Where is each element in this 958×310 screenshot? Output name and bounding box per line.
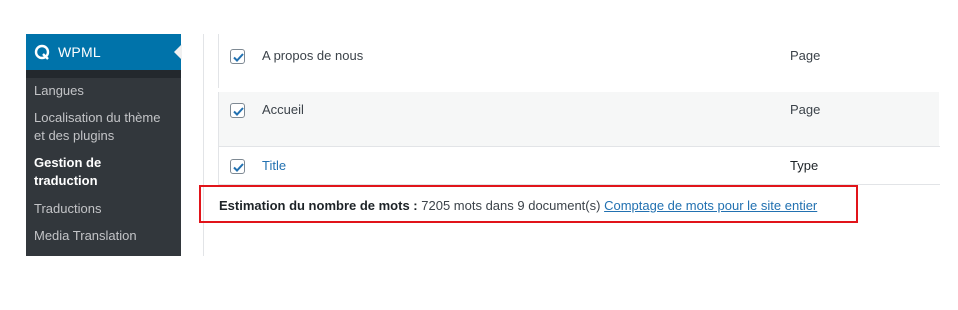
submenu-item-langues[interactable]: Langues [26,82,181,100]
type-column-header: Type [790,158,819,173]
submenu-item-label: Langues [34,83,84,98]
wpml-menu-item[interactable]: WPML [26,34,182,70]
sort-by-title-link[interactable]: Title [262,158,286,173]
submenu-item-label: Media Translation [34,228,137,243]
admin-sidebar: WPML Langues Localisation du thème et de… [26,34,182,256]
checkmark-icon [233,107,244,116]
submenu-item-traductions[interactable]: Traductions [26,200,181,218]
submenu-item-localisation[interactable]: Localisation du thème et des plugins [26,109,181,145]
site-word-count-link[interactable]: Comptage de mots pour le site entier [604,198,817,213]
checkmark-icon [233,53,244,62]
submenu-item-gestion-de-traduction[interactable]: Gestion de traduction [26,154,181,190]
row-title: Accueil [262,102,304,117]
wpml-submenu: Langues Localisation du thème et des plu… [26,78,181,256]
row-title: A propos de nous [262,48,364,63]
row-checkbox[interactable] [230,49,245,64]
current-menu-arrow [174,44,182,60]
submenu-item-label-line2: traduction [34,173,98,188]
select-all-checkbox[interactable] [230,159,245,174]
table-footer-row: Title Type [218,147,939,184]
row-type: Page [790,48,821,63]
table-row: Accueil Page [218,92,939,146]
word-count-value: 7205 mots dans 9 document(s) [421,198,601,213]
submenu-item-media-translation[interactable]: Media Translation [26,227,181,245]
wpml-menu-label: WPML [58,44,101,60]
word-count-label: Estimation du nombre de mots : [219,198,418,213]
submenu-item-label: Gestion de [34,155,102,170]
wpml-logo-icon [34,44,50,60]
row-type: Page [790,102,821,117]
submenu-item-label: Localisation du thème [34,110,161,125]
row-checkbox[interactable] [230,103,245,118]
submenu-item-label-line2: et des plugins [34,128,115,143]
table-row: A propos de nous Page [218,34,939,88]
word-count-estimate: Estimation du nombre de mots : 7205 mots… [219,198,817,213]
submenu-item-label: Traductions [34,201,102,216]
checkmark-icon [233,163,244,172]
